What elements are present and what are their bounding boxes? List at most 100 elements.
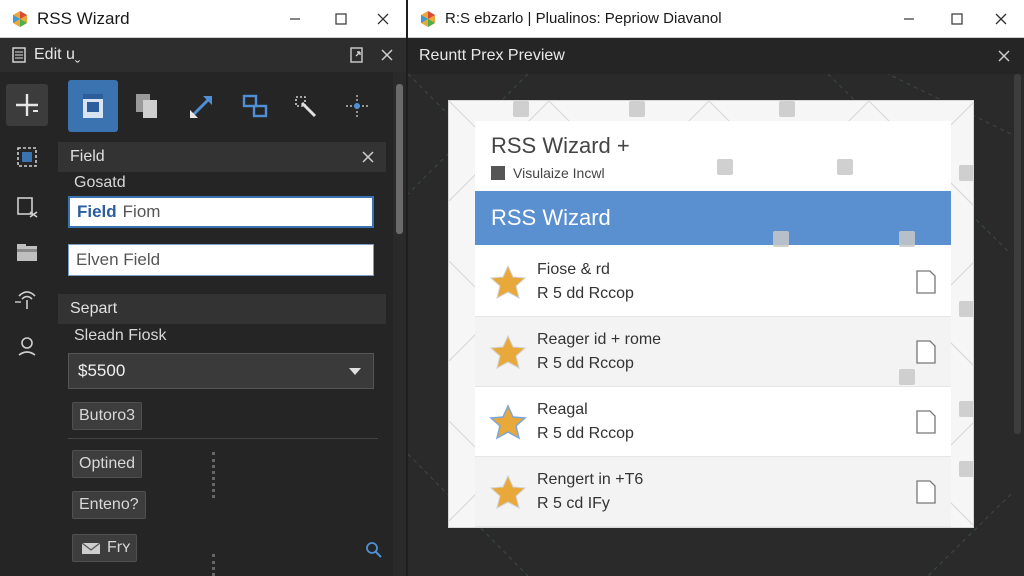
map-pin-icon[interactable] (6, 326, 48, 368)
field-section-title: Field (70, 148, 105, 165)
page-icon[interactable] (915, 339, 937, 365)
feed-item[interactable]: Fiose & rd R 5 dd Rccop (475, 247, 951, 317)
preview-panel-close-icon[interactable] (996, 48, 1012, 64)
save-page-icon[interactable] (68, 80, 118, 132)
handle-square (717, 159, 733, 175)
handle-square (513, 101, 529, 117)
maximize-button[interactable] (318, 0, 364, 38)
magic-wand-icon[interactable] (280, 80, 330, 132)
panel-close-icon[interactable] (378, 46, 396, 64)
feed-item-title: Reagal (537, 401, 588, 418)
window-title: RSS Wizard (37, 8, 130, 28)
preview-close-button[interactable] (978, 0, 1024, 38)
resize-diagonal-icon[interactable] (176, 80, 226, 132)
chevron-down-icon (349, 368, 361, 375)
envelope-icon (81, 542, 101, 554)
handle-square (629, 101, 645, 117)
feed-item-subtitle: R 5 dd Rccop (537, 355, 634, 372)
separator-section-header[interactable]: Separt (58, 294, 386, 324)
star-icon (489, 334, 527, 369)
handle-square (959, 165, 973, 181)
elven-field-input[interactable]: Elven Field (68, 244, 374, 276)
preview-canvas: RSS Wizard + Visulaize Incwl RSS Wizard … (448, 100, 974, 528)
copy-page-icon[interactable] (122, 80, 172, 132)
page-icon[interactable] (915, 269, 937, 295)
left-scrollbar-thumb[interactable] (396, 84, 403, 234)
mock-app-subtitle: Visulaize Incwl (491, 165, 605, 181)
amount-select-value: $5500 (78, 361, 126, 380)
app-logo-icon (11, 10, 29, 28)
mock-app-title: RSS Wizard + (491, 133, 630, 158)
link-nodes-icon[interactable] (230, 80, 280, 132)
optined-button[interactable]: Optined (72, 450, 143, 478)
amount-select[interactable]: $5500 (68, 353, 374, 389)
star-icon (489, 474, 527, 509)
preview-viewport: RSS Wizard + Visulaize Incwl RSS Wizard … (408, 74, 1011, 576)
preview-panel-title: Reuntt Prex Preview (419, 47, 565, 64)
page-icon[interactable] (915, 479, 937, 505)
folder-icon[interactable] (6, 232, 48, 274)
mock-app-subtitle-text: Visulaize Incwl (513, 165, 605, 181)
field-group-label: Gosatd (74, 174, 126, 191)
preview-scrollbar[interactable] (1011, 74, 1024, 576)
star-icon (489, 404, 527, 440)
mini-logo-icon (491, 166, 505, 180)
handle-square (837, 159, 853, 175)
star-icon (489, 264, 527, 299)
dotted-separator-lower (212, 554, 215, 576)
preview-panel-header: Reuntt Prex Preview (408, 38, 1024, 74)
feed-item-subtitle: R 5 cd IFy (537, 495, 610, 512)
antenna-icon[interactable] (6, 278, 48, 320)
fry-button-label: Frʏ (107, 539, 131, 556)
page-icon[interactable] (915, 409, 937, 435)
close-button[interactable] (360, 0, 406, 38)
field-input-value: Fiom (122, 202, 161, 221)
document-icon (12, 47, 26, 63)
feed-item[interactable]: Reager id + rome R 5 dd Rccop (475, 317, 951, 387)
handle-square (959, 401, 973, 417)
field-input-prefix: Field (77, 202, 117, 221)
left-title-bar: RSS Wizard (0, 0, 406, 38)
field-section-header[interactable]: Field (58, 142, 386, 172)
fry-button[interactable]: Frʏ (72, 534, 138, 562)
edit-panel-title: Edit uˬ (34, 46, 81, 63)
enteno-button[interactable]: Enteno? (72, 491, 146, 519)
left-scrollbar[interactable] (393, 72, 406, 576)
property-toolbar (58, 78, 388, 136)
mock-app-banner: RSS Wizard (475, 191, 951, 245)
preview-minimize-button[interactable] (886, 0, 932, 38)
image-frame-icon[interactable] (6, 136, 48, 178)
feed-item-subtitle: R 5 dd Rccop (537, 285, 634, 302)
separator-section-title: Separt (70, 300, 118, 317)
preview-window: R:S ebzarlo | Plualinos: Pepriow Diavano… (408, 0, 1024, 576)
search-icon[interactable] (364, 540, 384, 560)
rss-wizard-window: RSS Wizard Edit uˬ Field Gosatd Field Fi… (0, 0, 406, 576)
edit-panel-header: Edit uˬ (0, 38, 406, 72)
separator-group-label: Sleadn Fiosk (74, 327, 167, 344)
feed-item[interactable]: Reagal R 5 dd Rccop (475, 387, 951, 457)
select-rect-icon[interactable] (6, 186, 48, 228)
move-cross-icon[interactable] (332, 80, 382, 132)
tool-rail (0, 72, 54, 576)
handle-square (959, 461, 973, 477)
field-name-input[interactable]: Field Fiom (68, 196, 374, 228)
feed-item[interactable]: Rengert in +T6 R 5 cd IFy (475, 457, 951, 527)
export-icon[interactable] (348, 46, 366, 64)
handle-square (899, 231, 915, 247)
feed-item-title: Fiose & rd (537, 261, 610, 278)
preview-maximize-button[interactable] (934, 0, 980, 38)
elven-field-value: Elven Field (76, 250, 161, 269)
handle-square (779, 101, 795, 117)
plus-crosshair-icon[interactable] (6, 84, 48, 126)
preview-scrollbar-thumb[interactable] (1014, 74, 1021, 434)
feed-item-subtitle: R 5 dd Rccop (537, 425, 634, 442)
minimize-button[interactable] (272, 0, 318, 38)
divider (68, 438, 378, 439)
preview-app-logo-icon (419, 10, 437, 28)
right-title-bar: R:S ebzarlo | Plualinos: Pepriow Diavano… (408, 0, 1024, 38)
preview-window-title: R:S ebzarlo | Plualinos: Pepriow Diavano… (445, 10, 722, 27)
butoro-button[interactable]: Butoro3 (72, 402, 143, 430)
section-close-icon[interactable] (360, 149, 376, 165)
handle-square (773, 231, 789, 247)
feed-item-title: Reager id + rome (537, 331, 662, 348)
